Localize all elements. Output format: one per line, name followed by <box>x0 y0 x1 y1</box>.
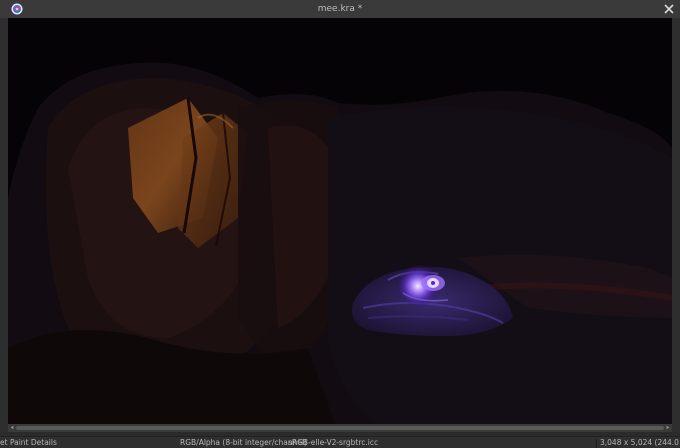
krita-window: mee.kra * ◂ ▸ et Paint Details RGB/Alpha… <box>0 0 680 448</box>
status-divider <box>596 439 597 448</box>
horizontal-scrollbar[interactable]: ◂ ▸ <box>8 424 672 432</box>
close-icon[interactable] <box>662 2 676 16</box>
scrollbar-thumb[interactable] <box>16 426 664 430</box>
scroll-right-arrow-icon[interactable]: ▸ <box>664 424 672 432</box>
tool-details-label: et Paint Details <box>0 438 57 447</box>
image-size-label[interactable]: 3,048 x 5,024 (244.0 MiB) <box>600 437 680 448</box>
right-gutter <box>672 18 680 432</box>
title-bar: mee.kra * <box>0 0 680 19</box>
painting-artwork <box>8 18 672 432</box>
scroll-left-arrow-icon[interactable]: ◂ <box>8 424 16 432</box>
left-gutter <box>0 18 8 432</box>
document-title: mee.kra * <box>317 4 363 14</box>
status-bar: et Paint Details RGB/Alpha (8-bit intege… <box>0 436 680 448</box>
image-canvas[interactable] <box>8 18 672 432</box>
color-profile-label[interactable]: sRGB-elle-V2-srgbtrc.icc <box>288 437 378 448</box>
